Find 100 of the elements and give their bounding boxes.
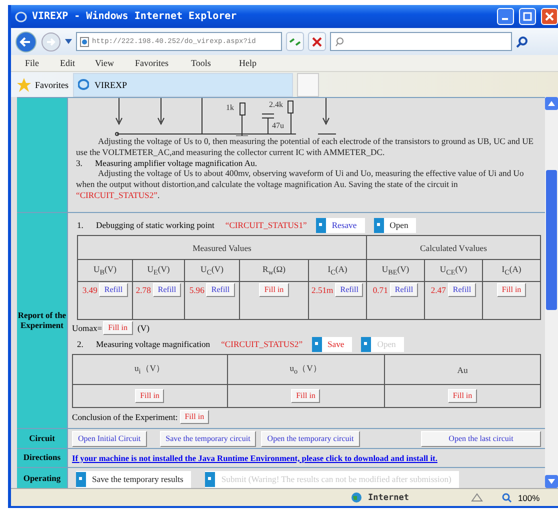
maximize-icon: [523, 12, 532, 21]
fill-button[interactable]: Fill in: [103, 320, 132, 334]
square-bullet-icon: [374, 218, 384, 232]
menu-item[interactable]: Tools: [191, 58, 239, 68]
table-header: Calculated Vvalues: [366, 236, 540, 260]
scrollbar[interactable]: [545, 97, 558, 488]
menu-item[interactable]: Favorites: [135, 58, 191, 68]
maximize-button[interactable]: [519, 8, 536, 25]
down-arrow-icon: [548, 479, 555, 484]
minimize-button[interactable]: [497, 8, 514, 25]
circuit-button[interactable]: Open the temporary circuit: [261, 430, 360, 446]
component-label: 1k: [226, 103, 234, 112]
search-icon[interactable]: [516, 36, 528, 48]
page-icon: [80, 36, 89, 46]
globe-icon: [351, 492, 362, 503]
fill-button[interactable]: Refill: [152, 283, 182, 297]
measured-value: 3.49: [82, 285, 98, 295]
close-icon: [545, 12, 554, 21]
column-header: U$_{CE}$(V): [424, 260, 482, 282]
operating-button[interactable]: Save the temporary results: [76, 470, 192, 488]
menu-item[interactable]: File: [25, 58, 60, 68]
fill-button[interactable]: Refill: [99, 283, 128, 297]
square-bullet-icon: [312, 336, 322, 352]
fill-button[interactable]: Fill in: [291, 389, 320, 403]
conclusion-label: Conclusion of the Experiment:: [72, 412, 178, 422]
menu-item[interactable]: Edit: [60, 58, 95, 68]
circuit-button[interactable]: Open Initial Circuit: [72, 430, 147, 446]
fill-button[interactable]: Fill in: [259, 283, 289, 297]
column-header: u$_{o}$（V）: [227, 354, 384, 384]
fill-button[interactable]: Fill in: [180, 410, 210, 424]
circuit-button[interactable]: Open the last circuit: [421, 430, 541, 446]
component-label: 47u: [272, 121, 284, 130]
square-bullet-icon: [76, 472, 86, 486]
row-label: Operating: [23, 474, 61, 484]
circuit-status-name: “CIRCUIT_STATUS2”: [221, 339, 303, 349]
scroll-up-button[interactable]: [545, 97, 558, 110]
fill-button[interactable]: Refill: [448, 283, 476, 297]
column-header: I$_{C}$(A): [308, 260, 366, 282]
column-header: U$_{C}$(V): [184, 260, 240, 282]
menu-item[interactable]: Help: [239, 58, 279, 68]
fill-button[interactable]: Refill: [335, 283, 364, 297]
instruction-text: Adjusting the voltage of Us to about 400mv, observing waveform of Ui and Uo, measuring the effective value of Ui and Uo when the output without distortion,and calculate the voltage magnification Au. Saving the state of the circuit in “CIRCUIT_STATUS2”.: [76, 168, 525, 201]
menu-item[interactable]: View: [95, 58, 135, 68]
instruction-text: Measuring amplifier voltage magnification Au.: [95, 158, 258, 168]
column-header: Au: [384, 354, 540, 384]
uomax-label: Uomax=: [72, 322, 102, 332]
download-link[interactable]: If your machine is not installed the Java Runtime Environment, please click to download and install it.: [72, 454, 438, 462]
circuit-button[interactable]: Save the temporary circuit: [160, 430, 256, 446]
step-title: Debugging of static working point: [96, 220, 214, 230]
fill-button[interactable]: Fill in: [448, 389, 478, 403]
window-title: VIREXP - Windows Internet Explorer: [32, 11, 238, 22]
measured-value: 5.96: [189, 285, 204, 295]
unit-label: (V): [138, 322, 150, 332]
fill-button[interactable]: Refill: [206, 283, 235, 297]
instruction-text: Adjusting the voltage of Us to 0, then measuring the potential of each electrode of the transistors to ground as UB, UC and UE use the VOLTMETER_AC,and measuring the collector current IC with AMMETER_DC.: [76, 136, 535, 158]
measured-value: 2.78: [136, 285, 151, 295]
magnifier-icon: [502, 492, 512, 502]
browser-logo-icon: [78, 79, 88, 90]
row-label: Directions: [23, 453, 61, 463]
square-bullet-icon: [361, 336, 372, 352]
favorites-button[interactable]: Favorites: [35, 80, 68, 90]
search-icon: [335, 36, 344, 46]
item-number: 3.: [76, 158, 84, 168]
square-bullet-icon: [205, 472, 216, 486]
zoom-level[interactable]: 100%: [518, 492, 540, 502]
fill-button[interactable]: Refill: [390, 283, 418, 297]
step-button[interactable]: Resave: [316, 218, 365, 232]
scroll-down-button[interactable]: [545, 475, 558, 488]
column-header: U$_{E}$(V): [132, 260, 184, 282]
browser-tab[interactable]: VIREXP: [72, 72, 292, 96]
forward-button[interactable]: [41, 32, 61, 52]
column-header: R$_{w}$(Ω): [240, 260, 308, 282]
browser-logo-icon: [15, 10, 27, 22]
column-header: U$_{BE}$(V): [366, 260, 424, 282]
circuit-status-name: “CIRCUIT_STATUS1”: [225, 220, 307, 230]
star-icon[interactable]: [17, 78, 31, 92]
fill-button[interactable]: Fill in: [496, 283, 526, 297]
square-bullet-icon: [316, 218, 326, 232]
back-button[interactable]: [15, 30, 37, 52]
up-arrow-icon: [548, 101, 555, 106]
measured-value: 0.71: [372, 285, 388, 295]
dropdown-icon[interactable]: [65, 39, 72, 44]
column-header: I$_{C}$(A): [482, 260, 540, 282]
close-icon: [312, 36, 322, 46]
fill-button[interactable]: Fill in: [135, 389, 164, 403]
search-field[interactable]: [330, 32, 512, 51]
column-header: u$_{i}$（V）: [72, 354, 228, 384]
step-title: Measuring voltage magnification: [96, 339, 210, 349]
row-label: Report of the Experiment: [17, 311, 67, 330]
column-header: U$_{B}$(V): [78, 260, 132, 282]
table-header: Measured Values: [78, 236, 366, 260]
step-button[interactable]: Open: [374, 218, 416, 232]
zone-label: Internet: [368, 492, 409, 502]
stop-button[interactable]: [308, 32, 326, 51]
component-label: 2.4k: [269, 100, 283, 109]
step-button[interactable]: Save: [312, 336, 352, 352]
row-label: Circuit: [29, 434, 55, 444]
step-number: 1.: [77, 220, 84, 230]
scroll-thumb[interactable]: [546, 170, 557, 310]
close-button[interactable]: [541, 8, 558, 25]
